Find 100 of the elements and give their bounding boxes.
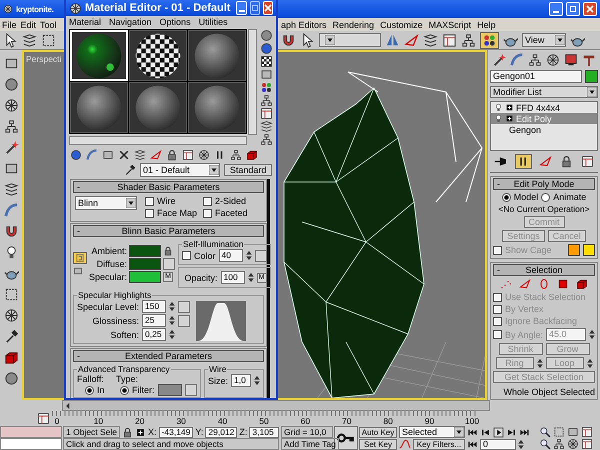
object-name-field[interactable]: Gengon01	[490, 70, 582, 83]
checkbox[interactable]	[182, 251, 191, 260]
self-illumination-field[interactable]: 40	[218, 249, 243, 262]
modifier-list-dropdown[interactable]: Modifier List	[490, 86, 598, 98]
expand-icon[interactable]	[505, 103, 514, 112]
stack-item[interactable]: Gengon	[491, 124, 597, 135]
cube-icon[interactable]	[4, 350, 18, 365]
material-type-button[interactable]: Standard	[224, 164, 272, 176]
layers-icon[interactable]	[423, 32, 438, 48]
menu-item[interactable]: aph Editors	[281, 20, 327, 30]
close-button[interactable]	[262, 1, 273, 15]
lock-icon[interactable]	[166, 149, 178, 161]
object-color-swatch[interactable]	[585, 70, 598, 83]
wand-icon[interactable]	[492, 53, 506, 67]
menu-item[interactable]: Material	[69, 17, 102, 27]
color-swatch[interactable]	[129, 244, 161, 256]
key-mode-dropdown[interactable]: Selected	[399, 426, 465, 438]
vertical-scrollbar[interactable]	[248, 29, 258, 135]
sphere-icon[interactable]	[260, 42, 274, 55]
menu-item[interactable]: File	[2, 20, 17, 30]
spinner[interactable]	[589, 329, 595, 340]
caret-icon[interactable]	[126, 198, 136, 208]
caret-icon[interactable]	[454, 427, 464, 437]
cage-color-swatch[interactable]	[583, 244, 595, 256]
checkbox[interactable]	[145, 208, 154, 218]
number-field[interactable]: 0,25	[142, 328, 166, 341]
pin-icon[interactable]	[494, 155, 507, 168]
wire-size-field[interactable]: 1,0	[231, 374, 251, 387]
cube-icon[interactable]	[576, 278, 588, 290]
render-type-dropdown[interactable]: View	[522, 33, 566, 47]
curve-icon[interactable]	[4, 203, 18, 218]
close-button[interactable]	[583, 2, 597, 16]
cage-color-swatch[interactable]	[568, 244, 580, 256]
layers-icon[interactable]	[260, 120, 274, 133]
dots-icon[interactable]	[500, 278, 512, 290]
spinner[interactable]	[246, 250, 252, 261]
cross-icon[interactable]	[118, 149, 130, 161]
checkbox[interactable]	[145, 196, 154, 206]
box-icon[interactable]	[567, 426, 579, 438]
minimize-button[interactable]	[549, 2, 563, 16]
maximize-button[interactable]	[250, 1, 260, 15]
spinner[interactable]	[586, 358, 592, 368]
key-filters-button[interactable]: Key Filters...	[413, 438, 465, 450]
window-icon[interactable]	[581, 438, 593, 450]
spinner[interactable]	[169, 315, 176, 326]
window-icon[interactable]	[260, 107, 274, 120]
menu-item[interactable]: Help	[477, 20, 496, 30]
bulb-icon[interactable]	[494, 114, 503, 123]
radio-button[interactable]	[120, 386, 129, 394]
rollout-header[interactable]: - Edit Poly Mode	[493, 178, 595, 190]
x-coordinate-field[interactable]: -43,149	[158, 426, 194, 438]
hierarchy-icon[interactable]	[4, 119, 18, 134]
color-swatch[interactable]	[129, 258, 161, 270]
curveline-icon[interactable]	[399, 438, 411, 450]
hierarchy-icon[interactable]	[528, 53, 542, 67]
triangle-icon[interactable]	[519, 278, 531, 290]
hierarchy-icon[interactable]	[230, 149, 242, 161]
wheel-icon[interactable]	[198, 149, 210, 161]
triangle-icon[interactable]	[150, 149, 162, 161]
dropper-icon[interactable]	[124, 164, 136, 176]
window-icon[interactable]	[581, 155, 594, 168]
box-icon[interactable]	[4, 161, 18, 176]
minimize-button[interactable]	[236, 1, 247, 15]
menu-item[interactable]: Rendering	[332, 20, 374, 30]
stack-item[interactable]: FFD 4x4x4	[491, 102, 597, 113]
link-icon[interactable]	[75, 252, 85, 262]
wheel-icon[interactable]	[567, 438, 579, 450]
radio-button[interactable]	[502, 192, 511, 202]
magnet-icon[interactable]	[281, 32, 296, 48]
radio-button[interactable]	[85, 386, 94, 394]
hierarchy-icon[interactable]	[260, 133, 274, 146]
material-name-dropdown[interactable]: 01 - Default	[140, 163, 220, 177]
y-coordinate-field[interactable]: 29,012	[205, 426, 238, 438]
menu-item[interactable]: MAXScript	[428, 20, 472, 30]
rollout-header[interactable]: - Blinn Basic Parameters	[73, 225, 264, 237]
curve-icon[interactable]	[86, 149, 98, 161]
menu-item[interactable]: Edit	[20, 20, 36, 30]
layers-icon[interactable]	[134, 149, 146, 161]
color-swatch[interactable]	[129, 270, 161, 282]
dropper-icon[interactable]	[4, 329, 18, 344]
hierarchy-icon[interactable]	[553, 438, 565, 450]
time-tag[interactable]: Add Time Tag	[281, 438, 339, 450]
rollout-header[interactable]: - Shader Basic Parameters	[73, 181, 264, 193]
box-icon[interactable]	[260, 68, 274, 81]
wheel-icon[interactable]	[4, 308, 18, 323]
window-icon[interactable]	[182, 149, 194, 161]
spinner[interactable]	[536, 358, 542, 368]
opacity-field[interactable]: 100	[220, 271, 245, 284]
hierarchy-icon[interactable]	[461, 32, 476, 48]
hierarchy-icon[interactable]	[260, 94, 274, 107]
ball-icon[interactable]	[4, 77, 18, 92]
caret-icon[interactable]	[555, 35, 565, 45]
restore-button[interactable]	[566, 2, 580, 16]
checkbox[interactable]	[203, 196, 212, 206]
number-field[interactable]: 25	[142, 314, 166, 327]
menu-item[interactable]: Customize	[380, 20, 423, 30]
wheel-icon[interactable]	[546, 53, 560, 67]
horizontal-scrollbar[interactable]	[69, 136, 247, 145]
filter-color-swatch[interactable]	[158, 384, 182, 396]
menu-item[interactable]: Utilities	[198, 17, 228, 27]
